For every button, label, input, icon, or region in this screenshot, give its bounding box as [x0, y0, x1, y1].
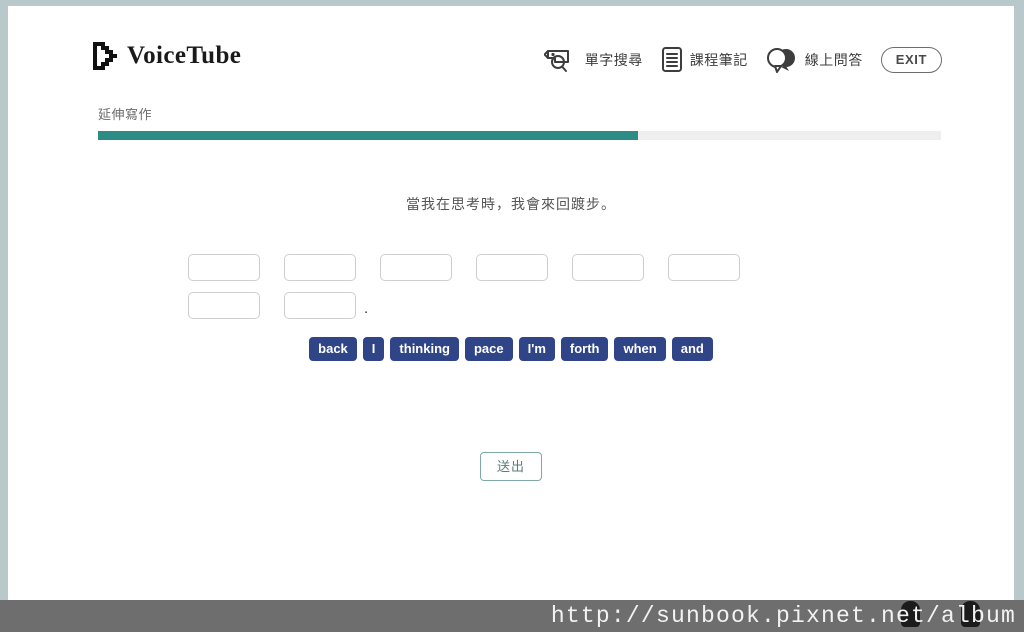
- speech-bubbles-icon: [766, 47, 795, 73]
- screenshot-root: VoiceTube 單字搜尋 課程筆記 線上問答 EXIT 延伸寫作 當我在思考…: [0, 0, 1024, 632]
- word-chip[interactable]: thinking: [390, 337, 459, 361]
- word-chip[interactable]: I: [362, 337, 385, 361]
- header-tool-group: 單字搜尋 課程筆記 線上問答 EXIT: [543, 46, 942, 73]
- course-notes-document-icon: [661, 47, 682, 72]
- submit-button[interactable]: 送出: [479, 452, 542, 481]
- word-chip[interactable]: I'm: [518, 337, 555, 361]
- answer-slot[interactable]: [188, 254, 260, 281]
- progress-section-label: 延伸寫作: [98, 107, 153, 122]
- answer-slot[interactable]: [668, 254, 740, 281]
- exit-button[interactable]: EXIT: [880, 46, 942, 73]
- word-search-tag-icon: [543, 49, 569, 72]
- progress-track: [98, 131, 941, 140]
- brand-logo[interactable]: VoiceTube: [92, 40, 241, 72]
- word-bank: back Ithinking pace I'm forth when and: [8, 337, 1014, 361]
- lesson-progress: 延伸寫作: [98, 104, 941, 140]
- tool-label-course-notes: 課程筆記: [689, 51, 748, 68]
- word-chip[interactable]: and: [671, 337, 713, 361]
- progress-fill: [98, 131, 638, 140]
- word-chip[interactable]: when: [614, 337, 666, 361]
- watermark-url: http://sunbook.pixnet.net/album: [550, 603, 1016, 629]
- answer-slot[interactable]: [284, 292, 356, 319]
- watermark-bar: http://sunbook.pixnet.net/album: [0, 600, 1024, 632]
- answer-slot[interactable]: [380, 254, 452, 281]
- answer-slot-area: .: [188, 254, 848, 330]
- site-header: VoiceTube 單字搜尋 課程筆記 線上問答 EXIT: [8, 6, 1014, 94]
- tool-label-word-search: 單字搜尋: [584, 51, 643, 68]
- submit-area: 送出: [8, 452, 1014, 481]
- prompt-sentence: 當我在思考時，我會來回踱步。: [406, 196, 616, 212]
- brand-name: VoiceTube: [127, 42, 242, 69]
- tool-label-online-qa: 線上問答: [804, 51, 863, 68]
- word-chip[interactable]: forth: [560, 337, 609, 361]
- answer-slot[interactable]: [284, 254, 356, 281]
- play-triangle-icon: [93, 42, 117, 70]
- page-canvas: VoiceTube 單字搜尋 課程筆記 線上問答 EXIT 延伸寫作 當我在思考…: [8, 6, 1014, 600]
- answer-slot[interactable]: [572, 254, 644, 281]
- answer-slot[interactable]: [188, 292, 260, 319]
- sentence-period: .: [364, 300, 369, 317]
- answer-slot[interactable]: [476, 254, 548, 281]
- word-chip[interactable]: back: [309, 337, 357, 361]
- tool-online-qa[interactable]: 線上問答: [766, 47, 863, 73]
- tool-word-search[interactable]: 單字搜尋: [543, 47, 643, 73]
- tool-course-notes[interactable]: 課程筆記: [661, 46, 748, 73]
- word-chip[interactable]: pace: [464, 337, 513, 361]
- answer-slot-row: [188, 254, 848, 281]
- answer-slot-row: .: [188, 292, 848, 319]
